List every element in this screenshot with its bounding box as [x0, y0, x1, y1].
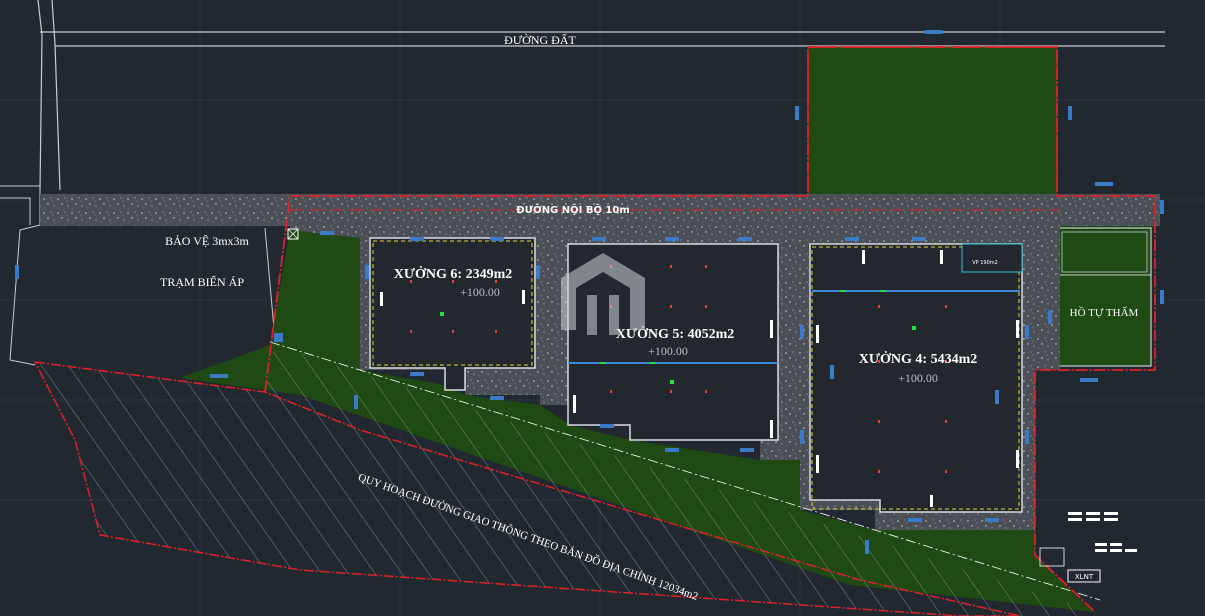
site-plan-drawing: ĐƯỜNG ĐẤT HỒ TỰ THẤM ĐƯỜNG NỘI BỘ 10m VP…: [0, 0, 1205, 616]
guard-house-label: BẢO VỆ 3mx3m: [165, 234, 249, 248]
green-area-top-right: [807, 46, 1058, 197]
workshop-5-elevation: +100.00: [648, 344, 688, 358]
road-top-label: ĐƯỜNG ĐẤT: [504, 32, 576, 47]
symbol-marks: [1068, 512, 1137, 552]
workshop-4-elevation: +100.00: [898, 371, 938, 385]
workshop-4-name: XƯỞNG 4: 5434m2: [859, 350, 977, 367]
substation-symbol: [274, 333, 283, 342]
workshop-6-elevation: +100.00: [460, 285, 500, 299]
workshop-6-name: XƯỞNG 6: 2349m2: [394, 265, 512, 282]
xlnt-label: XLNT: [1075, 573, 1094, 581]
workshop-6-slab: [369, 237, 536, 391]
office-block: [961, 243, 1023, 273]
road-internal-label: ĐƯỜNG NỘI BỘ 10m: [516, 203, 630, 216]
pond-area: [1057, 227, 1152, 367]
office-label: VP 190m2: [972, 260, 998, 266]
substation-label: TRẠM BIẾN ÁP: [160, 274, 244, 289]
pond-label: HỒ TỰ THẤM: [1070, 306, 1139, 319]
